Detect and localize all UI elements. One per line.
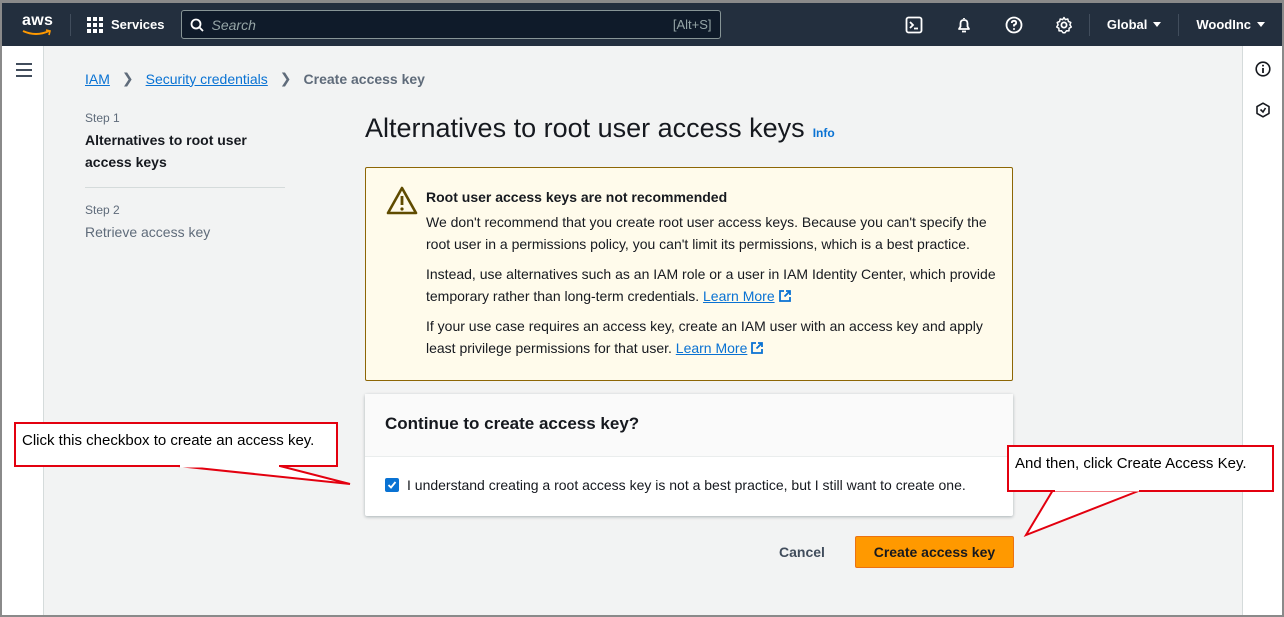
grid-icon [87,16,103,33]
aws-logo[interactable]: aws [20,10,70,40]
search-icon [190,18,204,32]
callout-checkbox-note: Click this checkbox to create an access … [14,422,338,467]
warning-alert: Root user access keys are not recommende… [365,167,1013,381]
confirmation-container: Continue to create access key? I underst… [365,394,1013,516]
warning-paragraph: We don't recommend that you create root … [426,214,987,252]
step-number: Step 1 [85,111,120,125]
info-link[interactable]: Info [813,126,835,140]
settings-button[interactable] [1039,3,1089,46]
chevron-right-icon: ❯ [121,70,134,86]
caret-down-icon [1257,22,1265,27]
help-button[interactable] [989,3,1039,46]
cancel-button[interactable]: Cancel [755,536,849,568]
nav-divider [70,13,71,36]
search-placeholder: Search [211,16,256,33]
page-title-text: Alternatives to root user access keys [365,113,805,143]
form-actions: Cancel Create access key [755,536,1014,568]
breadcrumb-link-security-credentials[interactable]: Security credentials [146,71,268,87]
breadcrumb-current: Create access key [303,70,425,87]
feedback-icon[interactable] [1255,102,1271,118]
cloudshell-icon [905,16,923,33]
menu-icon[interactable] [16,63,32,81]
checkbox-label[interactable]: I understand creating a root access key … [407,477,966,493]
help-icon [1005,16,1023,33]
breadcrumb: IAM ❯ Security credentials ❯ Create acce… [85,70,425,87]
chevron-right-icon: ❯ [279,70,292,86]
services-menu[interactable]: Services [87,16,165,33]
left-rail [2,46,44,615]
search-shortcut: [Alt+S] [672,17,712,32]
warning-content: Root user access keys are not recommende… [426,188,996,367]
warning-title: Root user access keys are not recommende… [426,189,728,205]
aws-logo-text: aws [22,11,54,29]
gear-icon [1055,16,1072,34]
confirm-checkbox[interactable] [385,478,399,492]
confirmation-checkbox-row[interactable]: I understand creating a root access key … [365,457,1013,513]
caret-down-icon [1153,22,1162,27]
breadcrumb-link-iam[interactable]: IAM [85,71,110,87]
warning-paragraph: Instead, use alternatives such as an IAM… [426,266,996,304]
services-label: Services [111,17,165,32]
learn-more-link[interactable]: Learn More [676,340,765,356]
step-title: Alternatives to root user access keys [85,132,247,170]
step-2: Step 2 Retrieve access key [85,203,285,243]
top-navigation: aws Services Search [Alt+S] Global WoodI… [2,3,1282,46]
warning-paragraph: If your use case requires an access key,… [426,318,983,356]
notifications-button[interactable] [939,3,989,46]
nav-right-group: Global WoodInc [889,3,1282,46]
page-title: Alternatives to root user access keys In… [365,113,835,144]
step-divider [85,187,285,188]
confirmation-heading: Continue to create access key? [365,394,1013,457]
external-link-icon [778,290,791,302]
bell-icon [958,17,970,32]
search-input[interactable]: Search [Alt+S] [180,10,721,39]
callout-button-note: And then, click Create Access Key. [1007,445,1274,492]
info-icon[interactable] [1255,61,1271,77]
right-rail [1242,46,1282,615]
account-menu[interactable]: WoodInc [1179,17,1282,32]
account-label: WoodInc [1196,17,1251,32]
region-label: Global [1106,17,1148,32]
external-link-icon [751,342,764,354]
warning-icon [386,186,418,215]
step-title: Retrieve access key [85,224,211,240]
check-icon [387,481,397,489]
create-access-key-button[interactable]: Create access key [854,536,1014,568]
wizard-steps: Step 1 Alternatives to root user access … [85,111,285,243]
browser-frame: aws Services Search [Alt+S] Global WoodI… [0,0,1284,617]
learn-more-link[interactable]: Learn More [703,288,792,304]
step-number: Step 2 [85,203,120,217]
step-1[interactable]: Step 1 Alternatives to root user access … [85,111,285,173]
region-selector[interactable]: Global [1090,17,1178,32]
cloudshell-button[interactable] [889,3,939,46]
aws-smile-icon [22,28,51,35]
